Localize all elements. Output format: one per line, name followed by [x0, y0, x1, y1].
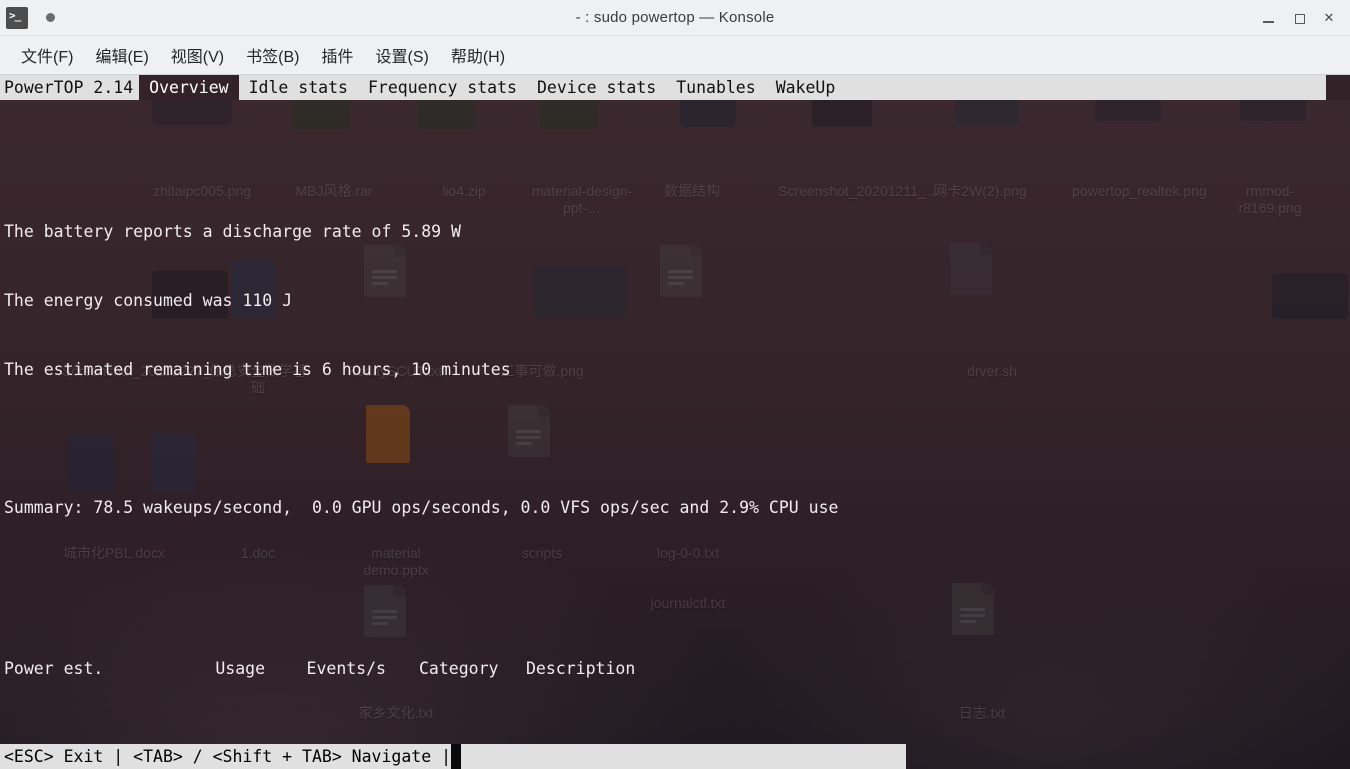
menu-settings[interactable]: 设置(S): [364, 39, 439, 71]
konsole-window: - : sudo powertop — Konsole ✕ 文件(F) 编辑(E…: [0, 0, 1350, 769]
powertop-overview-body: The battery reports a discharge rate of …: [0, 100, 1350, 769]
window-titlebar: - : sudo powertop — Konsole ✕: [0, 0, 1350, 36]
battery-discharge-line: The battery reports a discharge rate of …: [4, 222, 461, 241]
tab-wakeup[interactable]: WakeUp: [765, 75, 846, 100]
energy-consumed-line: The energy consumed was 110 J: [4, 291, 293, 310]
menu-file[interactable]: 文件(F): [10, 39, 84, 71]
terminal-cursor: [451, 744, 462, 769]
tabbar-endcap: [1326, 75, 1350, 100]
status-keybindings: <ESC> Exit | <TAB> / <Shift + TAB> Navig…: [0, 744, 452, 769]
table-header-row: Power est. Usage Events/s Category Descr…: [4, 657, 1350, 680]
header-usage: Usage: [215, 659, 265, 678]
tabbar-filler: [845, 75, 1326, 100]
header-events: Events/s: [306, 659, 386, 678]
statusbar-transparent-area: [906, 744, 1350, 769]
header-category: Category: [419, 659, 499, 678]
menu-bookmarks[interactable]: 书签(B): [235, 39, 310, 71]
menu-view[interactable]: 视图(V): [160, 39, 235, 71]
menu-edit[interactable]: 编辑(E): [84, 39, 159, 71]
menu-help[interactable]: 帮助(H): [440, 39, 516, 71]
summary-line: Summary: 78.5 wakeups/second, 0.0 GPU op…: [4, 498, 839, 517]
header-description: Description: [526, 659, 636, 678]
powertop-app-title: PowerTOP 2.14: [0, 75, 140, 100]
maximize-button[interactable]: [1292, 11, 1306, 25]
tab-tunables[interactable]: Tunables: [666, 75, 766, 100]
powertop-tabbar: PowerTOP 2.14 Overview Idle stats Freque…: [0, 75, 1350, 100]
tab-frequency-stats[interactable]: Frequency stats: [357, 75, 527, 100]
header-power-est: Power est.: [4, 659, 104, 678]
menubar: 文件(F) 编辑(E) 视图(V) 书签(B) 插件 设置(S) 帮助(H): [0, 36, 1350, 75]
menu-plugins[interactable]: 插件: [310, 39, 364, 71]
powertop-statusbar: <ESC> Exit | <TAB> / <Shift + TAB> Navig…: [0, 744, 1350, 769]
close-button[interactable]: ✕: [1322, 10, 1336, 25]
statusbar-filler: [461, 744, 906, 769]
minimize-button[interactable]: [1262, 11, 1276, 25]
tab-overview[interactable]: Overview: [139, 75, 239, 100]
terminal-viewport[interactable]: zhitaipc005.png MBJ风格.rar lio4.zip mater…: [0, 75, 1350, 769]
tab-device-stats[interactable]: Device stats: [526, 75, 667, 100]
window-title: - : sudo powertop — Konsole: [575, 9, 775, 26]
tab-idle-stats[interactable]: Idle stats: [238, 75, 358, 100]
window-controls: ✕: [1262, 10, 1350, 25]
remaining-time-line: The estimated remaining time is 6 hours,…: [4, 360, 511, 379]
